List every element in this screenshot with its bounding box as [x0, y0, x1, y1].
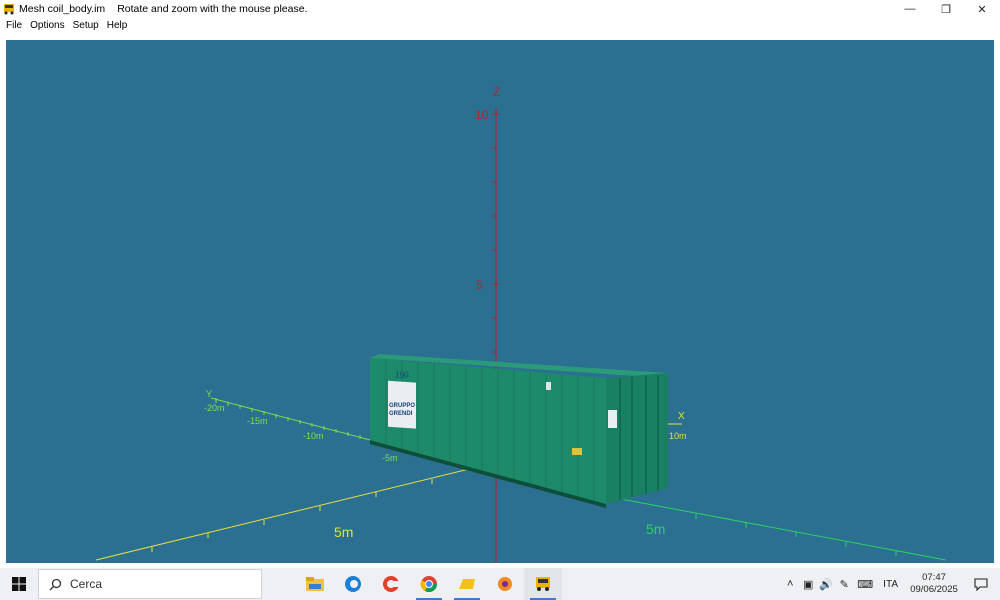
- start-button[interactable]: [0, 568, 38, 600]
- edge-icon: [345, 576, 361, 592]
- y-tick-15: -15m: [247, 416, 268, 426]
- menu-help[interactable]: Help: [103, 20, 132, 31]
- taskbar-chrome[interactable]: [410, 568, 448, 600]
- logo-number: 190: [395, 370, 409, 380]
- logo-line-1: GRUPPO: [389, 403, 415, 409]
- file-explorer-icon: [306, 577, 324, 591]
- folder-app-icon: [459, 579, 475, 589]
- y-tick-5: -5m: [382, 453, 398, 463]
- windows-icon: [12, 577, 26, 591]
- taskbar-viewer-app[interactable]: [486, 568, 524, 600]
- x-tick-10: 10m: [669, 431, 687, 441]
- notification-button[interactable]: [962, 568, 1000, 600]
- z-tick-10: 10: [475, 108, 489, 122]
- taskbar: Cerca ˄ ▣ 🔊 ✎ ⌨ ITA 07:47 09/06/2025: [0, 568, 1000, 600]
- restore-icon: ❐: [941, 3, 951, 16]
- chrome-icon: [420, 576, 438, 593]
- floor-axis-left: [95, 459, 507, 561]
- scene-canvas: 5m 5m Z 10 5 Y -20m -15m -10m -5m X 10m …: [95, 85, 947, 563]
- minimize-button[interactable]: —: [892, 0, 928, 18]
- floor-ticks-right: [695, 514, 897, 556]
- search-input[interactable]: Cerca: [38, 569, 262, 599]
- search-placeholder: Cerca: [70, 577, 103, 591]
- clock-time: 07:47: [922, 572, 946, 583]
- window-hint: Rotate and zoom with the mouse please.: [117, 3, 308, 15]
- volume-icon[interactable]: 🔊: [817, 568, 835, 600]
- close-icon: ✕: [977, 3, 987, 16]
- ccleaner-icon: [383, 576, 400, 592]
- restore-button[interactable]: ❐: [928, 0, 964, 18]
- menu-setup[interactable]: Setup: [69, 20, 103, 31]
- taskbar-edge[interactable]: [334, 568, 372, 600]
- minimize-icon: —: [904, 3, 916, 15]
- menu-bar: File Options Setup Help: [0, 18, 1000, 33]
- close-button[interactable]: ✕: [964, 0, 1000, 18]
- z-tick-5: 5: [476, 278, 483, 292]
- clock[interactable]: 07:47 09/06/2025: [906, 572, 962, 596]
- taskbar-file-explorer[interactable]: [296, 568, 334, 600]
- language-indicator[interactable]: ITA: [883, 579, 898, 590]
- floor-label-left: 5m: [334, 524, 353, 540]
- taskbar-folder-app[interactable]: [448, 568, 486, 600]
- window-title: Mesh coil_body.im: [19, 3, 106, 15]
- search-icon: [49, 578, 62, 590]
- truck-app-icon: [3, 3, 15, 15]
- z-axis-label: Z: [493, 85, 500, 99]
- logo-line-2: GRENDI: [389, 411, 413, 417]
- menu-options[interactable]: Options: [26, 20, 68, 31]
- system-tray: ˄ ▣ 🔊 ✎ ⌨ ITA 07:47 09/06/2025: [781, 568, 1000, 600]
- y-axis-label: Y: [206, 389, 212, 399]
- taskbar-truck-app[interactable]: [524, 568, 562, 600]
- title-bar: Mesh coil_body.im Rotate and zoom with t…: [0, 0, 1000, 18]
- taskbar-ccleaner[interactable]: [372, 568, 410, 600]
- pen-icon[interactable]: ✎: [835, 568, 853, 600]
- keyboard-icon[interactable]: ⌨: [853, 568, 877, 600]
- container-model: 190 GRUPPO GRENDI: [370, 354, 668, 508]
- notification-icon: [974, 577, 988, 591]
- chevron-up-icon[interactable]: ˄: [781, 568, 799, 600]
- floor-ticks-left: [151, 479, 433, 552]
- viewer-app-icon: [498, 577, 512, 591]
- clock-date: 09/06/2025: [910, 584, 958, 595]
- network-icon[interactable]: ▣: [799, 568, 817, 600]
- y-tick-20: -20m: [204, 403, 225, 413]
- menu-file[interactable]: File: [2, 20, 26, 31]
- x-axis-label: X: [678, 411, 685, 422]
- truck-app-icon: [536, 577, 550, 591]
- y-tick-10: -10m: [303, 431, 324, 441]
- 3d-viewport[interactable]: 5m 5m Z 10 5 Y -20m -15m -10m -5m X 10m …: [6, 40, 994, 563]
- floor-label-right: 5m: [646, 521, 665, 537]
